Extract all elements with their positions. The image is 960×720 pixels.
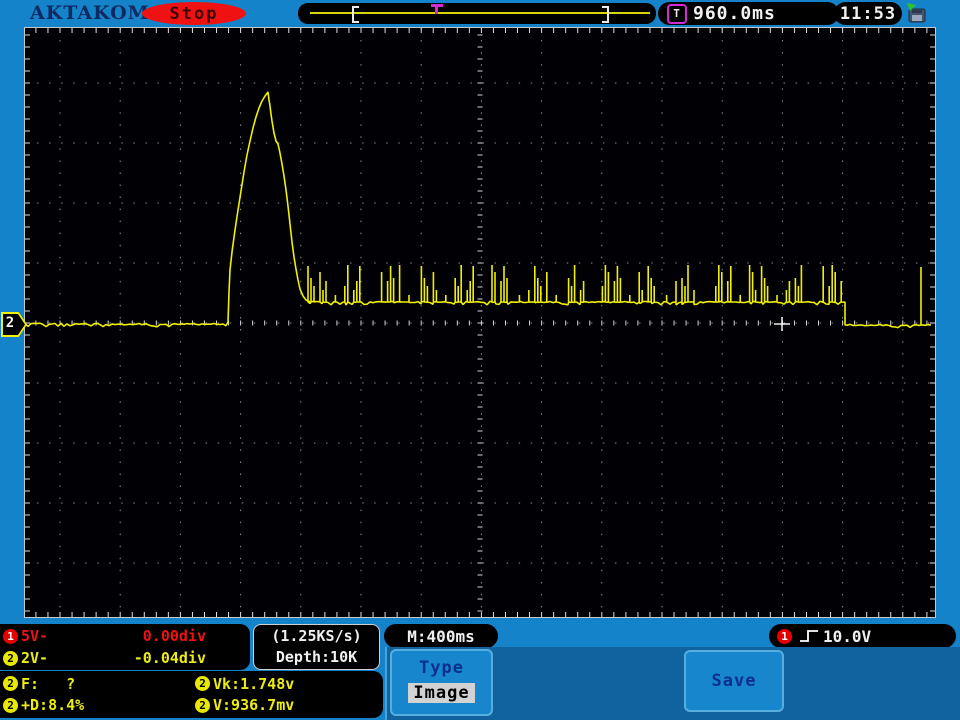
trigger-level: 10.0V	[823, 626, 872, 646]
trigger-delay-value: 960.0ms	[693, 3, 776, 24]
measurements-panel: 2 F: ? 2 Vk:1.748v 2 +D:8.4% 2 V:936.7mv	[0, 671, 383, 718]
meas-ch-badge: 2	[195, 676, 210, 692]
type-button[interactable]: Type Image	[390, 649, 493, 716]
ch2-offset: -0.04div	[133, 649, 206, 667]
trigger-source-badge: 1	[777, 628, 792, 644]
type-button-label: Type	[419, 658, 464, 678]
type-button-value[interactable]: Image	[408, 683, 475, 703]
trigger-position-marker-icon[interactable]	[431, 4, 443, 14]
ch2-badge: 2	[3, 650, 18, 666]
oscilloscope-screen: AKTAKOM Stop T 960.0ms 11:53 2 1 5V- 0.0…	[0, 0, 960, 720]
waveform-svg	[24, 27, 936, 618]
soft-menu-strip: Type Image Save	[385, 647, 960, 720]
ch2-readout: 2 2V- -0.04div	[0, 648, 250, 669]
measurement-frequency: 2 F: ?	[0, 673, 192, 695]
window-left-bracket-icon	[352, 6, 359, 23]
measurement-vk: 2 Vk:1.748v	[192, 673, 383, 695]
measurement-duty: 2 +D:8.4%	[0, 695, 192, 717]
ch1-badge: 1	[3, 628, 18, 644]
ch1-readout: 1 5V- 0.00div	[0, 626, 250, 647]
record-window-line	[310, 12, 650, 14]
memory-depth: Depth:10K	[275, 648, 358, 666]
acquisition-panel: (1.25KS/s) Depth:10K	[253, 624, 380, 670]
ch1-offset: 0.00div	[142, 627, 206, 645]
ch2-scale: 2V-	[21, 649, 49, 667]
meas-value: Vk:1.748v	[213, 674, 295, 693]
meas-value: +D:8.4%	[21, 696, 85, 715]
run-stop-indicator[interactable]: Stop	[142, 2, 246, 25]
trigger-position-bar	[298, 3, 656, 24]
waveform-display	[24, 27, 936, 618]
measurement-voltage: 2 V:936.7mv	[192, 695, 383, 717]
timebase-readout: M:400ms	[384, 624, 498, 648]
meas-ch-badge: 2	[195, 697, 210, 713]
meas-ch-badge: 2	[3, 676, 18, 692]
clock: 11:53	[834, 2, 902, 25]
meas-value: V:936.7mv	[213, 696, 295, 715]
trigger-delay-readout: T 960.0ms	[658, 2, 839, 25]
sample-rate: (1.25KS/s)	[271, 627, 362, 645]
ch1-scale: 5V-	[21, 627, 49, 645]
save-button-label: Save	[711, 671, 757, 691]
meas-value: F: ?	[21, 674, 76, 693]
save-button[interactable]: Save	[684, 650, 784, 712]
meas-ch-badge: 2	[3, 697, 18, 713]
rising-edge-icon	[800, 630, 818, 642]
window-right-bracket-icon	[602, 6, 609, 23]
channel2-marker-digit: 2	[5, 315, 15, 331]
trigger-readout: 1 10.0V	[769, 624, 956, 648]
trigger-t-icon: T	[667, 3, 687, 24]
brand-logo: AKTAKOM	[30, 2, 150, 24]
storage-icon	[907, 3, 926, 23]
channel-readout-panel: 1 5V- 0.00div 2 2V- -0.04div	[0, 624, 250, 670]
